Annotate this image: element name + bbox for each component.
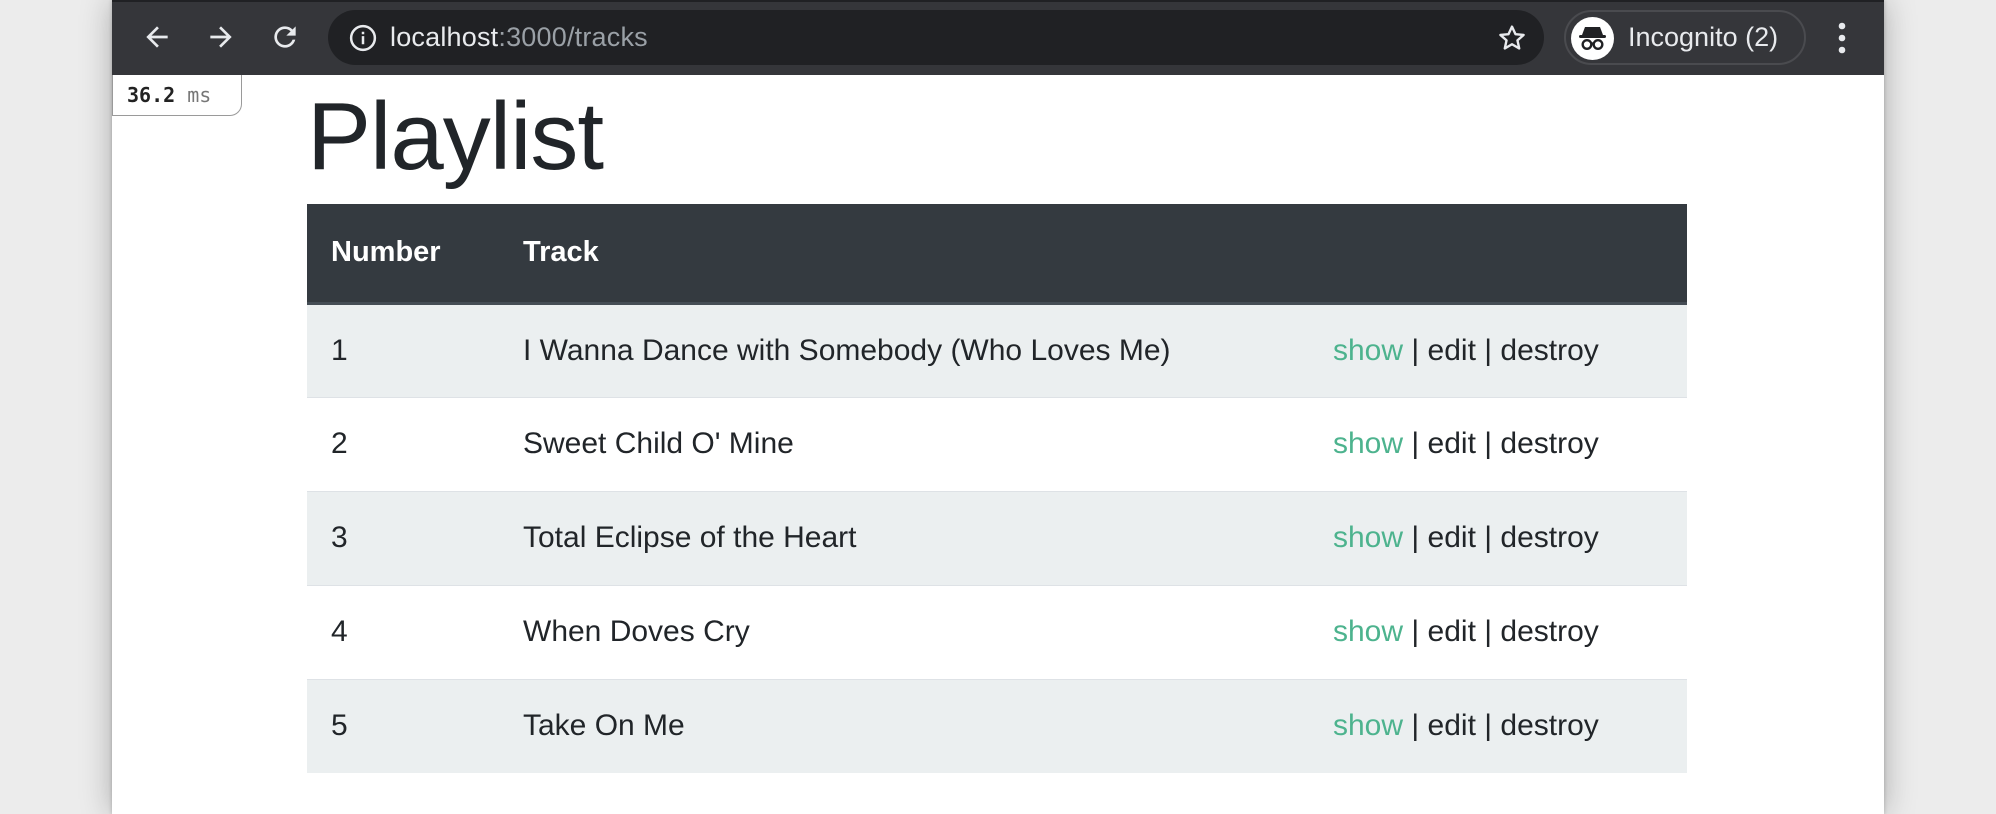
track-title: When Doves Cry bbox=[499, 584, 1309, 679]
track-actions: show | edit | destroy bbox=[1309, 302, 1687, 397]
track-number: 5 bbox=[307, 678, 499, 773]
browser-toolbar: localhost:3000/tracks Incognito (2) bbox=[112, 0, 1884, 75]
track-actions: show | edit | destroy bbox=[1309, 678, 1687, 773]
star-icon[interactable] bbox=[1496, 22, 1528, 54]
reload-icon bbox=[274, 26, 296, 48]
show-link[interactable]: show bbox=[1333, 334, 1403, 367]
edit-link[interactable]: edit bbox=[1428, 615, 1476, 648]
track-title: Sweet Child O' Mine bbox=[499, 396, 1309, 491]
profiler-time: 36.2 bbox=[127, 83, 176, 107]
table-row: 1 I Wanna Dance with Somebody (Who Loves… bbox=[307, 302, 1687, 397]
destroy-link[interactable]: destroy bbox=[1500, 427, 1598, 460]
forward-button[interactable] bbox=[198, 14, 244, 60]
track-number: 2 bbox=[307, 396, 499, 491]
track-title: I Wanna Dance with Somebody (Who Loves M… bbox=[499, 302, 1309, 397]
browser-window: localhost:3000/tracks Incognito (2) 36.2… bbox=[112, 0, 1884, 814]
track-actions: show | edit | destroy bbox=[1309, 396, 1687, 491]
destroy-link[interactable]: destroy bbox=[1500, 521, 1598, 554]
back-arrow-icon bbox=[146, 26, 168, 48]
destroy-link[interactable]: destroy bbox=[1500, 615, 1598, 648]
action-separator: | bbox=[1411, 615, 1420, 648]
page-title: Playlist bbox=[307, 83, 604, 190]
tab-strip-edge bbox=[112, 0, 1884, 2]
action-separator: | bbox=[1484, 427, 1493, 460]
back-button[interactable] bbox=[134, 14, 180, 60]
show-link[interactable]: show bbox=[1333, 521, 1403, 554]
action-separator: | bbox=[1411, 427, 1420, 460]
track-title: Total Eclipse of the Heart bbox=[499, 490, 1309, 585]
incognito-profile-button[interactable]: Incognito (2) bbox=[1564, 10, 1806, 65]
action-separator: | bbox=[1484, 333, 1493, 367]
header-number: Number bbox=[307, 204, 499, 305]
profiler-badge[interactable]: 36.2 ms bbox=[112, 75, 242, 116]
action-separator: | bbox=[1411, 521, 1420, 554]
url-text[interactable]: localhost:3000/tracks bbox=[390, 10, 648, 65]
edit-link[interactable]: edit bbox=[1428, 334, 1476, 367]
action-separator: | bbox=[1411, 333, 1420, 367]
more-vertical-icon[interactable] bbox=[1834, 18, 1850, 58]
address-bar[interactable]: localhost:3000/tracks bbox=[328, 10, 1544, 65]
track-actions: show | edit | destroy bbox=[1309, 490, 1687, 585]
info-icon[interactable] bbox=[348, 23, 378, 53]
table-header-row: Number Track bbox=[307, 204, 1687, 305]
edit-link[interactable]: edit bbox=[1428, 521, 1476, 554]
destroy-link[interactable]: destroy bbox=[1500, 334, 1598, 367]
table-row: 3 Total Eclipse of the Heart show | edit… bbox=[307, 490, 1687, 585]
track-title: Take On Me bbox=[499, 678, 1309, 773]
action-separator: | bbox=[1411, 709, 1420, 743]
track-number: 3 bbox=[307, 490, 499, 585]
action-separator: | bbox=[1484, 521, 1493, 554]
track-number: 1 bbox=[307, 302, 499, 397]
url-host: localhost bbox=[390, 22, 499, 52]
header-actions bbox=[1309, 204, 1687, 305]
show-link[interactable]: show bbox=[1333, 709, 1403, 742]
table-row: 4 When Doves Cry show | edit | destroy bbox=[307, 584, 1687, 679]
show-link[interactable]: show bbox=[1333, 427, 1403, 460]
track-number: 4 bbox=[307, 584, 499, 679]
edit-link[interactable]: edit bbox=[1428, 427, 1476, 460]
header-track: Track bbox=[499, 204, 1309, 305]
action-separator: | bbox=[1484, 615, 1493, 648]
incognito-avatar bbox=[1571, 17, 1614, 60]
tracks-table: Number Track 1 I Wanna Dance with Somebo… bbox=[307, 204, 1687, 773]
track-actions: show | edit | destroy bbox=[1309, 584, 1687, 679]
url-path: :3000/tracks bbox=[498, 22, 648, 52]
action-separator: | bbox=[1484, 709, 1493, 743]
forward-arrow-icon bbox=[210, 26, 232, 48]
profile-label: Incognito (2) bbox=[1628, 22, 1779, 52]
table-row: 2 Sweet Child O' Mine show | edit | dest… bbox=[307, 396, 1687, 491]
reload-button[interactable] bbox=[262, 14, 308, 60]
show-link[interactable]: show bbox=[1333, 615, 1403, 648]
profiler-unit: ms bbox=[187, 83, 212, 107]
incognito-icon bbox=[1579, 27, 1606, 51]
destroy-link[interactable]: destroy bbox=[1500, 709, 1598, 742]
table-row: 5 Take On Me show | edit | destroy bbox=[307, 678, 1687, 773]
edit-link[interactable]: edit bbox=[1428, 709, 1476, 742]
